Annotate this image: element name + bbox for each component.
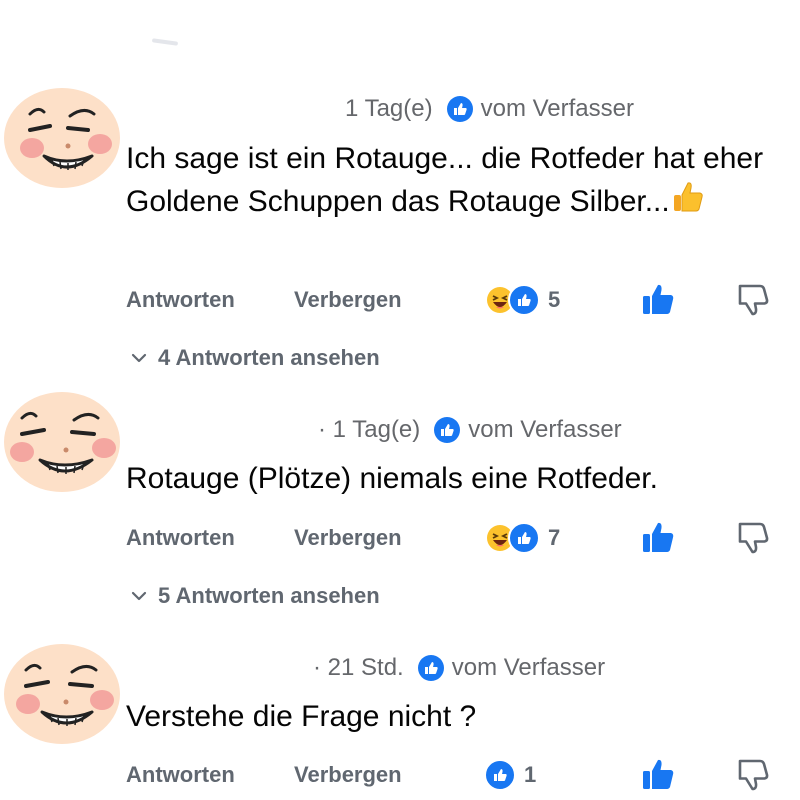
view-replies-label: 5 Antworten ansehen <box>158 583 380 608</box>
reaction-count: 1 <box>524 762 537 787</box>
comment-actions: Antworten Verbergen 7 <box>126 518 776 558</box>
comment-time: · 21 Std. <box>313 654 404 681</box>
thumbs-up-emoji-icon <box>673 182 703 212</box>
dislike-button[interactable] <box>734 520 770 556</box>
avatar[interactable] <box>0 86 120 190</box>
comment-meta: · 21 Std. vom Verfasser <box>313 653 605 683</box>
author-label: vom Verfasser <box>480 95 634 122</box>
reaction-summary[interactable]: 5 <box>484 282 560 318</box>
view-replies-label: 4 Antworten ansehen <box>158 345 380 370</box>
thumbs-up-icon <box>643 522 674 552</box>
hide-button[interactable]: Verbergen <box>294 755 402 795</box>
comment-actions: Antworten Verbergen 5 <box>126 280 776 320</box>
thumbs-up-icon <box>643 759 674 789</box>
avatar[interactable] <box>0 390 120 494</box>
top-divider-fragment <box>151 38 179 46</box>
smirking-face-avatar-icon <box>4 392 120 492</box>
view-replies-link[interactable]: 4 Antworten ansehen <box>130 344 380 372</box>
comment-text-content: Verstehe die Frage nicht ? <box>126 700 477 733</box>
like-reaction-icon <box>484 759 516 791</box>
chevron-down-icon <box>131 353 147 363</box>
comments-page: 1 Tag(e) vom Verfasser Ich sage ist ein … <box>0 0 800 800</box>
comment-text-content: Ich sage ist ein Rotauge... die Rotfeder… <box>126 142 764 218</box>
hide-button[interactable]: Verbergen <box>294 280 402 320</box>
thumbs-down-icon <box>738 284 769 316</box>
comment-time: 1 Tag(e) <box>345 95 433 122</box>
comment-text: Ich sage ist ein Rotauge... die Rotfeder… <box>126 138 766 222</box>
reply-button[interactable]: Antworten <box>126 755 235 795</box>
thumbs-down-icon <box>738 759 769 791</box>
like-button[interactable] <box>640 520 676 556</box>
view-replies-link[interactable]: 5 Antworten ansehen <box>130 582 380 610</box>
like-reaction-icon <box>508 522 540 554</box>
comment-text-content: Rotauge (Plötze) niemals eine Rotfeder. <box>126 462 658 495</box>
dislike-button[interactable] <box>734 282 770 318</box>
comment-meta: · 1 Tag(e) vom Verfasser <box>318 415 622 445</box>
thumbs-up-icon <box>643 284 674 314</box>
thumbs-down-icon <box>738 522 769 554</box>
chevron-down-icon <box>131 591 147 601</box>
like-button[interactable] <box>640 282 676 318</box>
smirking-face-avatar-icon <box>4 88 120 188</box>
reaction-count: 5 <box>548 287 561 312</box>
comment-time: · 1 Tag(e) <box>318 416 421 443</box>
reaction-summary[interactable]: 1 <box>484 757 536 793</box>
like-button[interactable] <box>640 757 676 793</box>
reply-button[interactable]: Antworten <box>126 518 235 558</box>
smirking-face-avatar-icon <box>4 644 120 744</box>
comment-actions: Antworten Verbergen 1 <box>126 755 776 795</box>
thumbs-up-badge-icon <box>434 417 461 443</box>
author-label: vom Verfasser <box>451 654 606 681</box>
thumbs-up-badge-icon <box>417 655 444 681</box>
comment-text: Rotauge (Plötze) niemals eine Rotfeder. <box>126 458 766 499</box>
author-label: vom Verfasser <box>468 416 622 443</box>
reaction-count: 7 <box>548 525 561 550</box>
thumbs-up-badge-icon <box>446 96 473 122</box>
comment-meta: 1 Tag(e) vom Verfasser <box>345 94 634 124</box>
hide-button[interactable]: Verbergen <box>294 518 402 558</box>
like-reaction-icon <box>508 284 540 316</box>
reaction-summary[interactable]: 7 <box>484 520 560 556</box>
avatar[interactable] <box>0 642 120 746</box>
reply-button[interactable]: Antworten <box>126 280 235 320</box>
dislike-button[interactable] <box>734 757 770 793</box>
comment-text: Verstehe die Frage nicht ? <box>126 696 766 737</box>
